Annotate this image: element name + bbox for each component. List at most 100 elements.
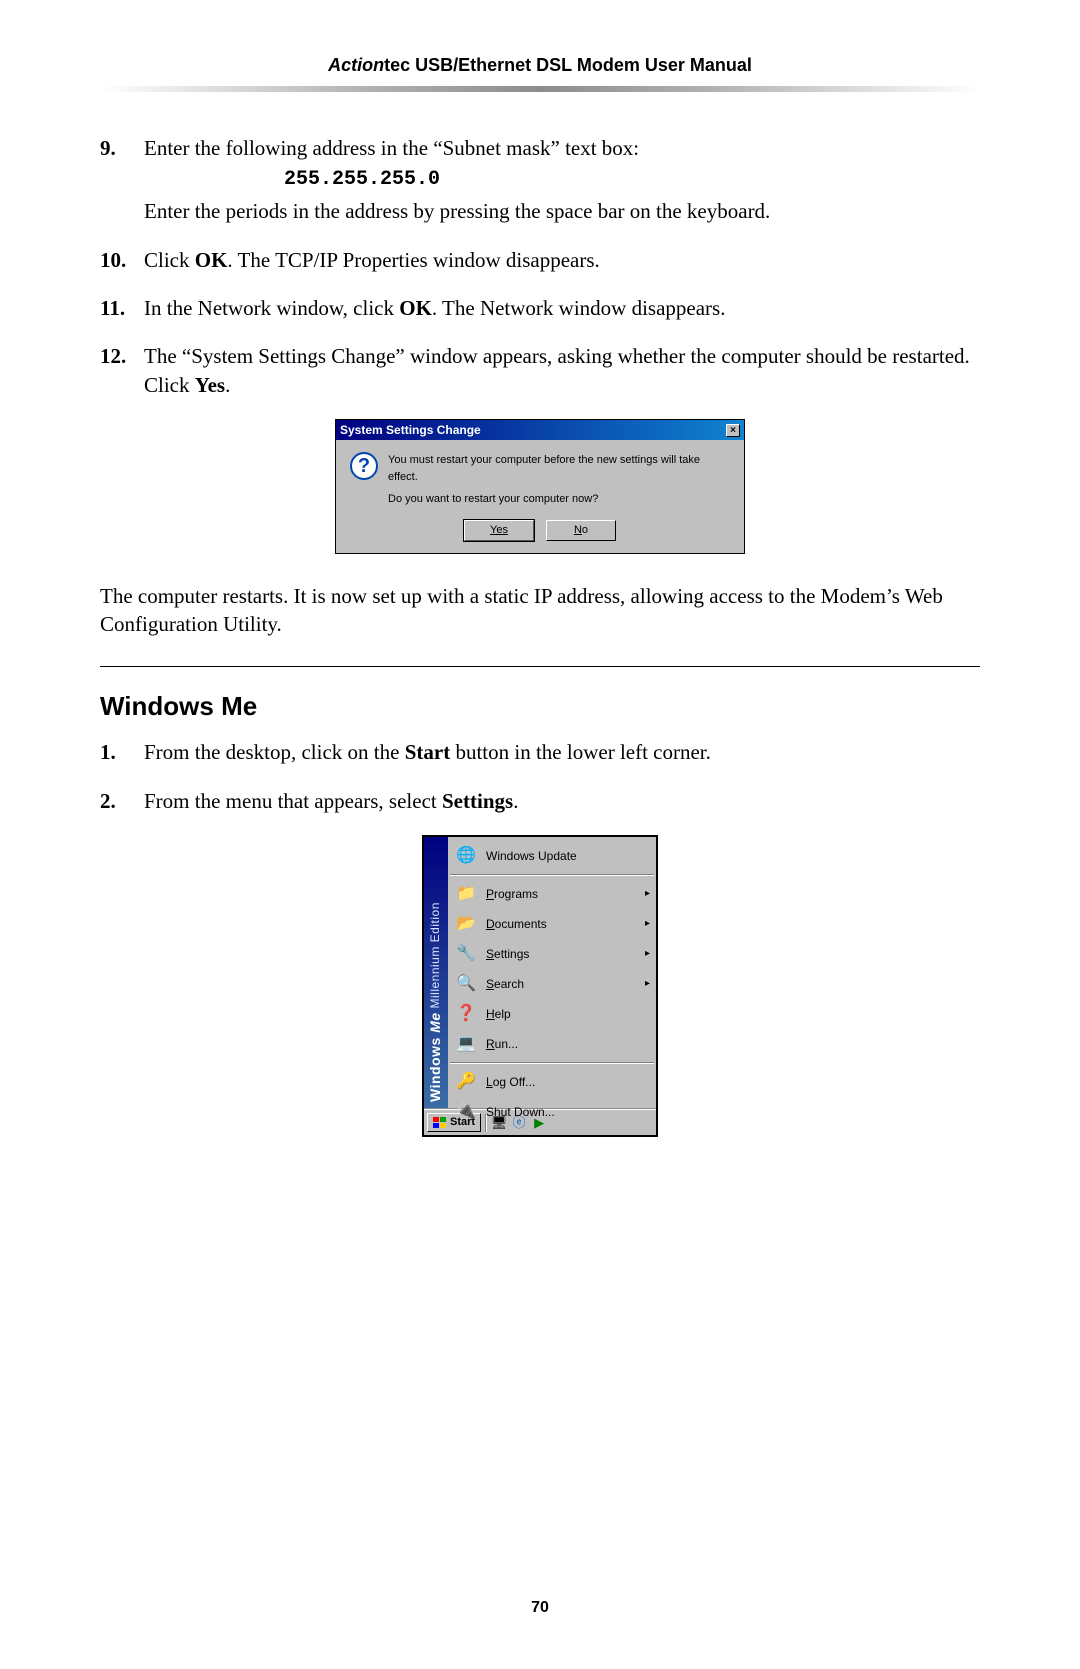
menu-item-label: Programs [486,886,538,902]
step-body: From the desktop, click on the Start but… [144,738,980,766]
yes-button[interactable]: Yes [464,520,534,541]
menu-item-icon: 📂 [454,913,478,935]
menu-item-label: Settings [486,946,529,962]
step-text: Enter the periods in the address by pres… [144,199,770,223]
section-divider [100,666,980,667]
start-menu-item[interactable]: 🔍 Search ▸ [448,969,656,999]
settings-label: Settings [442,789,513,813]
start-menu-item[interactable]: 🔧 Settings ▸ [448,939,656,969]
start-menu-item[interactable]: 🔑 Log Off... [448,1067,656,1097]
start-menu-item[interactable]: ❓ Help [448,999,656,1029]
header-rest: USB/Ethernet DSL Modem User Manual [410,55,752,75]
step-num: 12. [100,342,144,399]
me-step-1: 1. From the desktop, click on the Start … [100,738,980,766]
menu-item-label: Log Off... [486,1074,535,1090]
start-menu-item[interactable]: 🔌Shut Down... [448,1097,656,1127]
question-icon: ? [350,452,378,480]
t: IP [534,584,552,608]
system-settings-dialog: System Settings Change × ? You must rest… [335,419,745,554]
start-menu-banner: Windows Me Millennium Edition [424,837,448,1108]
dialog-body: ? You must restart your computer before … [336,440,744,514]
me-step-2: 2. From the menu that appears, select Se… [100,787,980,815]
close-icon[interactable]: × [726,424,740,437]
start-menu-item[interactable]: 📁 Programs ▸ [448,879,656,909]
step-body: From the menu that appears, select Setti… [144,787,980,815]
start-menu-item[interactable]: 📂 Documents ▸ [448,909,656,939]
step-num: 2. [100,787,144,815]
t: Click [144,248,195,272]
yes-button-label: Yes [490,524,508,536]
menu-item-icon: 📁 [454,883,478,905]
t: The “System Settings Change” window appe… [144,344,970,396]
step-body: Enter the following address in the “Subn… [144,134,980,226]
t: button in the lower left corner. [450,740,711,764]
section-heading-windows-me: Windows Me [100,689,980,724]
menu-item-icon: 🌐 [454,845,478,867]
step-body: In the Network window, click OK. The Net… [144,294,980,322]
dialog-title-text: System Settings Change [340,422,481,438]
banner-bold: Windows [427,1037,443,1102]
menu-separator [450,874,654,876]
step-12: 12. The “System Settings Change” window … [100,342,980,399]
step-num: 9. [100,134,144,226]
after-dialog-para: The computer restarts. It is now set up … [100,582,980,639]
page-number: 70 [0,1599,1080,1617]
start-menu-item[interactable]: 💻 Run... [448,1029,656,1059]
t: From the menu that appears, select [144,789,442,813]
ok-label: OK [399,296,432,320]
menu-item-label: Search [486,976,524,992]
t: Properties window disappears. [337,248,599,272]
start-menu-screenshot: Windows Me Millennium Edition 🌐 Windows U… [100,835,980,1137]
manual-page: Actiontec USB/Ethernet DSL Modem User Ma… [0,0,1080,1669]
menu-item-icon: 🔌 [454,1101,478,1123]
t: . [225,373,230,397]
submenu-arrow-icon: ▸ [645,977,650,991]
header-rule [100,86,980,92]
step-10: 10. Click OK. The TCP/IP Properties wind… [100,246,980,274]
no-button-label: No [574,524,588,536]
menu-item-label: Run... [486,1036,518,1052]
menu-item-label: Documents [486,916,547,932]
menu-separator [450,1062,654,1064]
banner-light: Millennium Edition [428,902,442,1012]
dialog-message: You must restart your computer before th… [388,452,730,508]
dialog-line2: Do you want to restart your computer now… [388,491,730,508]
ok-label: OK [195,248,228,272]
start-menu-items: 🌐 Windows Update 📁 Programs ▸ 📂 Documents ▸ 🔧 Set… [448,837,656,1108]
menu-item-icon: 🔧 [454,943,478,965]
dialog-line1: You must restart your computer before th… [388,452,730,485]
menu-item-icon: ❓ [454,1003,478,1025]
subnet-mask-value: 255.255.255.0 [144,166,980,193]
submenu-arrow-icon: ▸ [645,887,650,901]
menu-item-label: Help [486,1006,511,1022]
submenu-arrow-icon: ▸ [645,917,650,931]
start-menu: Windows Me Millennium Edition 🌐 Windows U… [422,835,658,1137]
step-body: Click OK. The TCP/IP Properties window d… [144,246,980,274]
menu-item-icon: 🔑 [454,1071,478,1093]
step-num: 1. [100,738,144,766]
banner-italic: Me [427,1012,443,1032]
no-button[interactable]: No [546,520,616,541]
step-body: The “System Settings Change” window appe… [144,342,980,399]
dialog-buttons: Yes No [336,514,744,553]
start-menu-item[interactable]: 🌐 Windows Update [448,841,656,871]
step-text: Enter the following address in the “Subn… [144,136,639,160]
brand-suffix: tec [384,55,410,75]
menu-item-icon: 💻 [454,1033,478,1055]
content-body: 9. Enter the following address in the “S… [100,134,980,1137]
menu-item-label: Windows Update [486,848,577,864]
t: The computer restarts. It is now set up … [100,584,534,608]
step-num: 10. [100,246,144,274]
dialog-screenshot: System Settings Change × ? You must rest… [100,419,980,554]
step-11: 11. In the Network window, click OK. The… [100,294,980,322]
start-menu-top: Windows Me Millennium Edition 🌐 Windows U… [424,837,656,1109]
t: From the desktop, click on the [144,740,405,764]
menu-item-icon: 🔍 [454,973,478,995]
start-label: Start [405,740,451,764]
page-header: Actiontec USB/Ethernet DSL Modem User Ma… [100,55,980,86]
t: In the Network window, click [144,296,399,320]
t: . [513,789,518,813]
windows-flag-icon [433,1117,447,1129]
submenu-arrow-icon: ▸ [645,947,650,961]
step-num: 11. [100,294,144,322]
